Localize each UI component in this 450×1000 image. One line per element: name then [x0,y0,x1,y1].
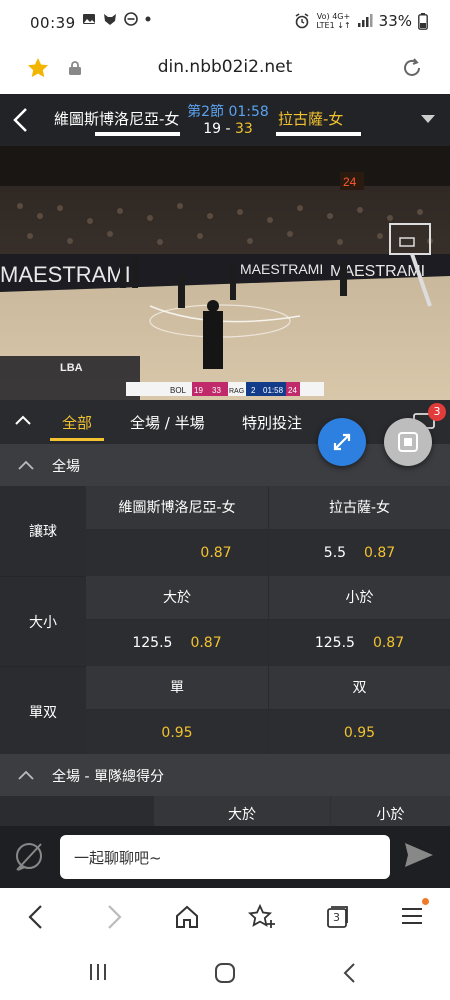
home-team-redaction [95,132,180,136]
away-team-name: 拉古薩-女 [278,110,344,128]
status-notification-icons [82,12,151,26]
section-chevron-icon [18,770,34,780]
row-label-over-under: 大小 [0,576,86,666]
expand-arrows-icon [333,433,351,451]
brand-logo: LBA [60,362,83,374]
oe-odds-odd[interactable]: 0.95 [86,710,268,756]
shot-clock-display: 24 [343,175,357,189]
alarm-icon [295,13,309,29]
notification-badge: 3 [428,403,446,421]
system-back-icon[interactable] [342,962,358,984]
bookmarks-star-icon[interactable] [248,904,276,930]
market-tabs: 全部 全場 / 半場 特別投注 [0,400,450,444]
section-chevron-icon [18,460,34,470]
dropdown-triangle-icon[interactable] [420,114,436,124]
reload-icon[interactable] [400,56,424,80]
team-total-grid: 大於 小於 [0,796,450,826]
team-total-header-over: 大於 [154,796,330,826]
hamburger-menu-icon [402,908,422,924]
oe-header-even: 双 [268,666,450,710]
section-title: 全場 - 單隊總得分 [52,769,164,785]
scoreboard-overlay: BOL 19 33 RAG 2 01:58 24 [126,382,324,396]
ou-header-over: 大於 [86,576,268,620]
score-shot-clock: 24 [288,386,297,395]
home-button-icon[interactable] [214,962,236,984]
menu-update-dot [422,898,429,905]
score-away-abbr: RAG [229,388,244,395]
score-clock: 01:58 [263,386,284,395]
handicap-odds-away[interactable]: 5.5 0.87 [268,530,450,576]
active-tab-indicator [50,438,105,441]
odds-grid: 讓球 維圖斯博洛尼亞-女 拉古薩-女 0.87 5.5 0.87 大小 大於 小於… [0,486,450,756]
system-nav-bar [0,946,450,1000]
status-bar: 00:39 Vo) 4G+ LTE1 ↓↑ 33% [0,0,450,48]
tab-special-bets[interactable]: 特別投注 [242,412,302,433]
do-not-disturb-icon [124,12,138,26]
oe-odds-even[interactable]: 0.95 [268,710,450,756]
chat-muted-icon[interactable] [12,840,46,874]
ou-header-under: 小於 [268,576,450,620]
tabs-count: 3 [333,911,340,924]
live-video[interactable]: 24 MAESTRAMI MAESTRAMI MAESTRAMI LBA BOL… [0,146,450,400]
handicap-header-home: 維圖斯博洛尼亞-女 [86,486,268,530]
handicap-header-away: 拉古薩-女 [268,486,450,530]
chat-bar: 一起聊聊吧~ [0,826,450,888]
match-score: 19 - 33 [203,121,253,137]
score-home-pts: 19 [194,386,203,395]
chat-input[interactable]: 一起聊聊吧~ [60,835,390,879]
handicap-odds-home[interactable]: 0.87 [86,530,268,576]
back-arrow-icon[interactable] [10,106,32,134]
image-icon [83,14,95,24]
home-team-name: 維圖斯博洛尼亞-女 [54,110,180,128]
video-frame: 24 MAESTRAMI MAESTRAMI MAESTRAMI LBA BOL… [0,146,450,400]
tabs-button[interactable]: 3 [324,904,350,930]
browser-back-icon[interactable] [26,904,46,930]
menu-button[interactable] [400,898,429,930]
fox-icon [104,14,116,25]
match-period-clock: 第2節 01:58 [187,104,269,120]
address-bar: din.nbb02i2.net [0,48,450,94]
ou-odds-under[interactable]: 125.5 0.87 [268,620,450,666]
url-text[interactable]: din.nbb02i2.net [0,57,450,77]
section-header-full-game[interactable]: 全場 [0,444,450,486]
tab-all[interactable]: 全部 [50,412,105,441]
row-label-handicap: 讓球 [0,486,86,576]
battery-icon [418,12,428,30]
status-right: Vo) 4G+ LTE1 ↓↑ 33% [294,12,428,30]
section-header-team-total[interactable]: 全場 - 單隊總得分 [0,754,450,796]
row-label-odd-even: 單双 [0,666,86,754]
recent-apps-icon[interactable] [88,962,108,982]
dot-icon [145,16,151,22]
score-home-abbr: BOL [170,386,187,395]
network-label: Vo) 4G+ LTE1 ↓↑ [316,12,351,30]
match-header: 維圖斯博洛尼亞-女 第2節 01:58 19 - 33 拉古薩-女 [0,94,450,146]
section-title: 全場 [52,459,80,475]
pip-button[interactable] [384,418,432,466]
score-away-pts: 33 [212,386,221,395]
oe-header-odd: 單 [86,666,268,710]
stop-square-icon [398,432,418,452]
tab-full-half[interactable]: 全場 / 半場 [130,412,205,433]
status-time: 00:39 [30,14,76,32]
team-total-label-col [0,796,154,826]
signal-icon [357,14,373,27]
send-icon[interactable] [404,842,434,868]
browser-forward-icon[interactable] [104,904,124,930]
ou-odds-over[interactable]: 125.5 0.87 [86,620,268,666]
home-icon[interactable] [174,904,200,930]
arena-banner-left: MAESTRAMI [0,262,131,287]
expand-button[interactable] [318,418,366,466]
away-team-redaction [276,132,361,136]
browser-nav-bar: 3 [0,888,450,946]
battery-percent: 33% [378,12,412,30]
score-quarter: 2 [251,386,256,395]
arena-banner-mid: MAESTRAMI [240,261,323,277]
collapse-chevron-icon[interactable] [14,414,32,426]
team-total-header-under: 小於 [331,796,450,826]
